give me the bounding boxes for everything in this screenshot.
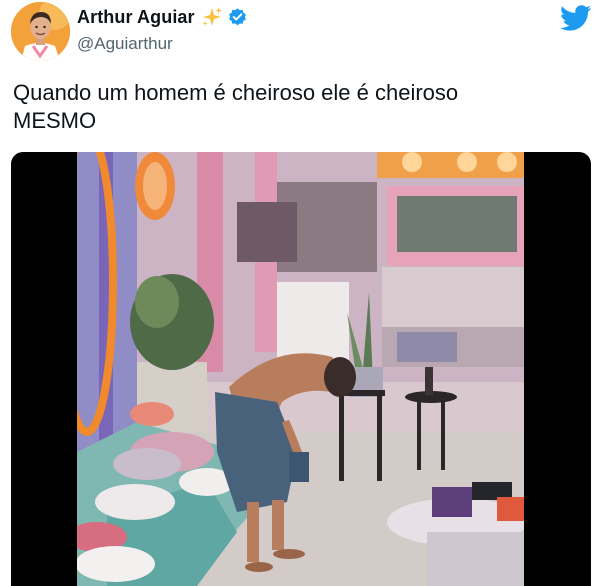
tweet-text: Quando um homem é cheiroso ele é cheiros… <box>13 80 459 133</box>
author-handle[interactable]: @Aguiarthur <box>77 34 173 54</box>
video-frame[interactable] <box>57 152 527 586</box>
verified-badge-icon <box>227 7 248 28</box>
twitter-icon[interactable] <box>560 5 592 31</box>
tweet-media-video[interactable] <box>11 152 591 586</box>
sparkles-icon <box>201 6 223 28</box>
tweet-card: Arthur Aguiar @Aguiarthur Quando um home… <box>0 0 600 586</box>
author-avatar[interactable] <box>11 2 70 61</box>
author-name-row: Arthur Aguiar <box>77 6 248 28</box>
author-display-name[interactable]: Arthur Aguiar <box>77 7 195 28</box>
